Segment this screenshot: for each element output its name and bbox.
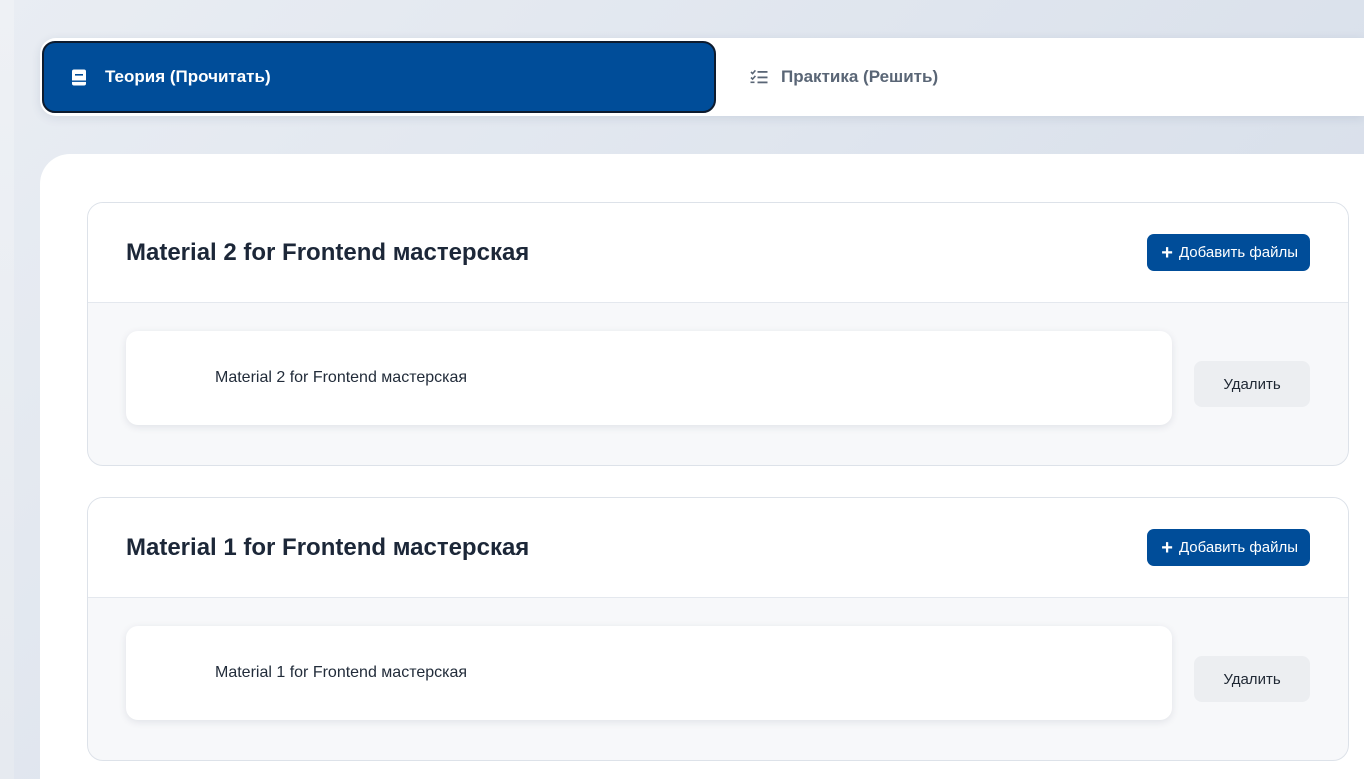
material-card-body: Material 2 for Frontend мастерская Удали…	[88, 303, 1348, 465]
material-card-body: Material 1 for Frontend мастерская Удали…	[88, 598, 1348, 760]
tab-theory-label: Теория (Прочитать)	[105, 67, 271, 86]
book-icon	[70, 68, 88, 86]
material-title: Material 1 for Frontend мастерская	[126, 534, 530, 561]
tab-bar: Теория (Прочитать) Практика (Решить)	[40, 38, 1364, 116]
file-name: Material 2 for Frontend мастерская	[215, 369, 468, 386]
file-item[interactable]: Material 2 for Frontend мастерская	[126, 331, 1172, 425]
material-card: Material 1 for Frontend мастерская + Доб…	[87, 497, 1349, 761]
file-item[interactable]: Material 1 for Frontend мастерская	[126, 626, 1172, 720]
material-card: Material 2 for Frontend мастерская + Доб…	[87, 202, 1349, 466]
checklist-icon	[750, 68, 768, 86]
tab-practice[interactable]: Практика (Решить)	[748, 41, 1148, 113]
delete-button[interactable]: Удалить	[1194, 361, 1310, 407]
file-name: Material 1 for Frontend мастерская	[215, 664, 468, 681]
add-files-label: Добавить файлы	[1178, 244, 1298, 261]
add-files-label: Добавить файлы	[1178, 539, 1298, 556]
material-card-header: Material 2 for Frontend мастерская + Доб…	[88, 203, 1348, 303]
material-title: Material 2 for Frontend мастерская	[126, 239, 530, 266]
materials-panel: Material 2 for Frontend мастерская + Доб…	[40, 154, 1364, 779]
add-files-button[interactable]: + Добавить файлы	[1147, 529, 1310, 566]
add-files-button[interactable]: + Добавить файлы	[1147, 234, 1310, 271]
tab-practice-label: Практика (Решить)	[781, 67, 939, 86]
page-left-edge	[0, 0, 14, 779]
plus-icon: +	[1161, 241, 1173, 264]
tab-theory[interactable]: Теория (Прочитать)	[42, 41, 716, 113]
plus-icon: +	[1161, 536, 1173, 559]
material-card-header: Material 1 for Frontend мастерская + Доб…	[88, 498, 1348, 598]
delete-button[interactable]: Удалить	[1194, 656, 1310, 702]
